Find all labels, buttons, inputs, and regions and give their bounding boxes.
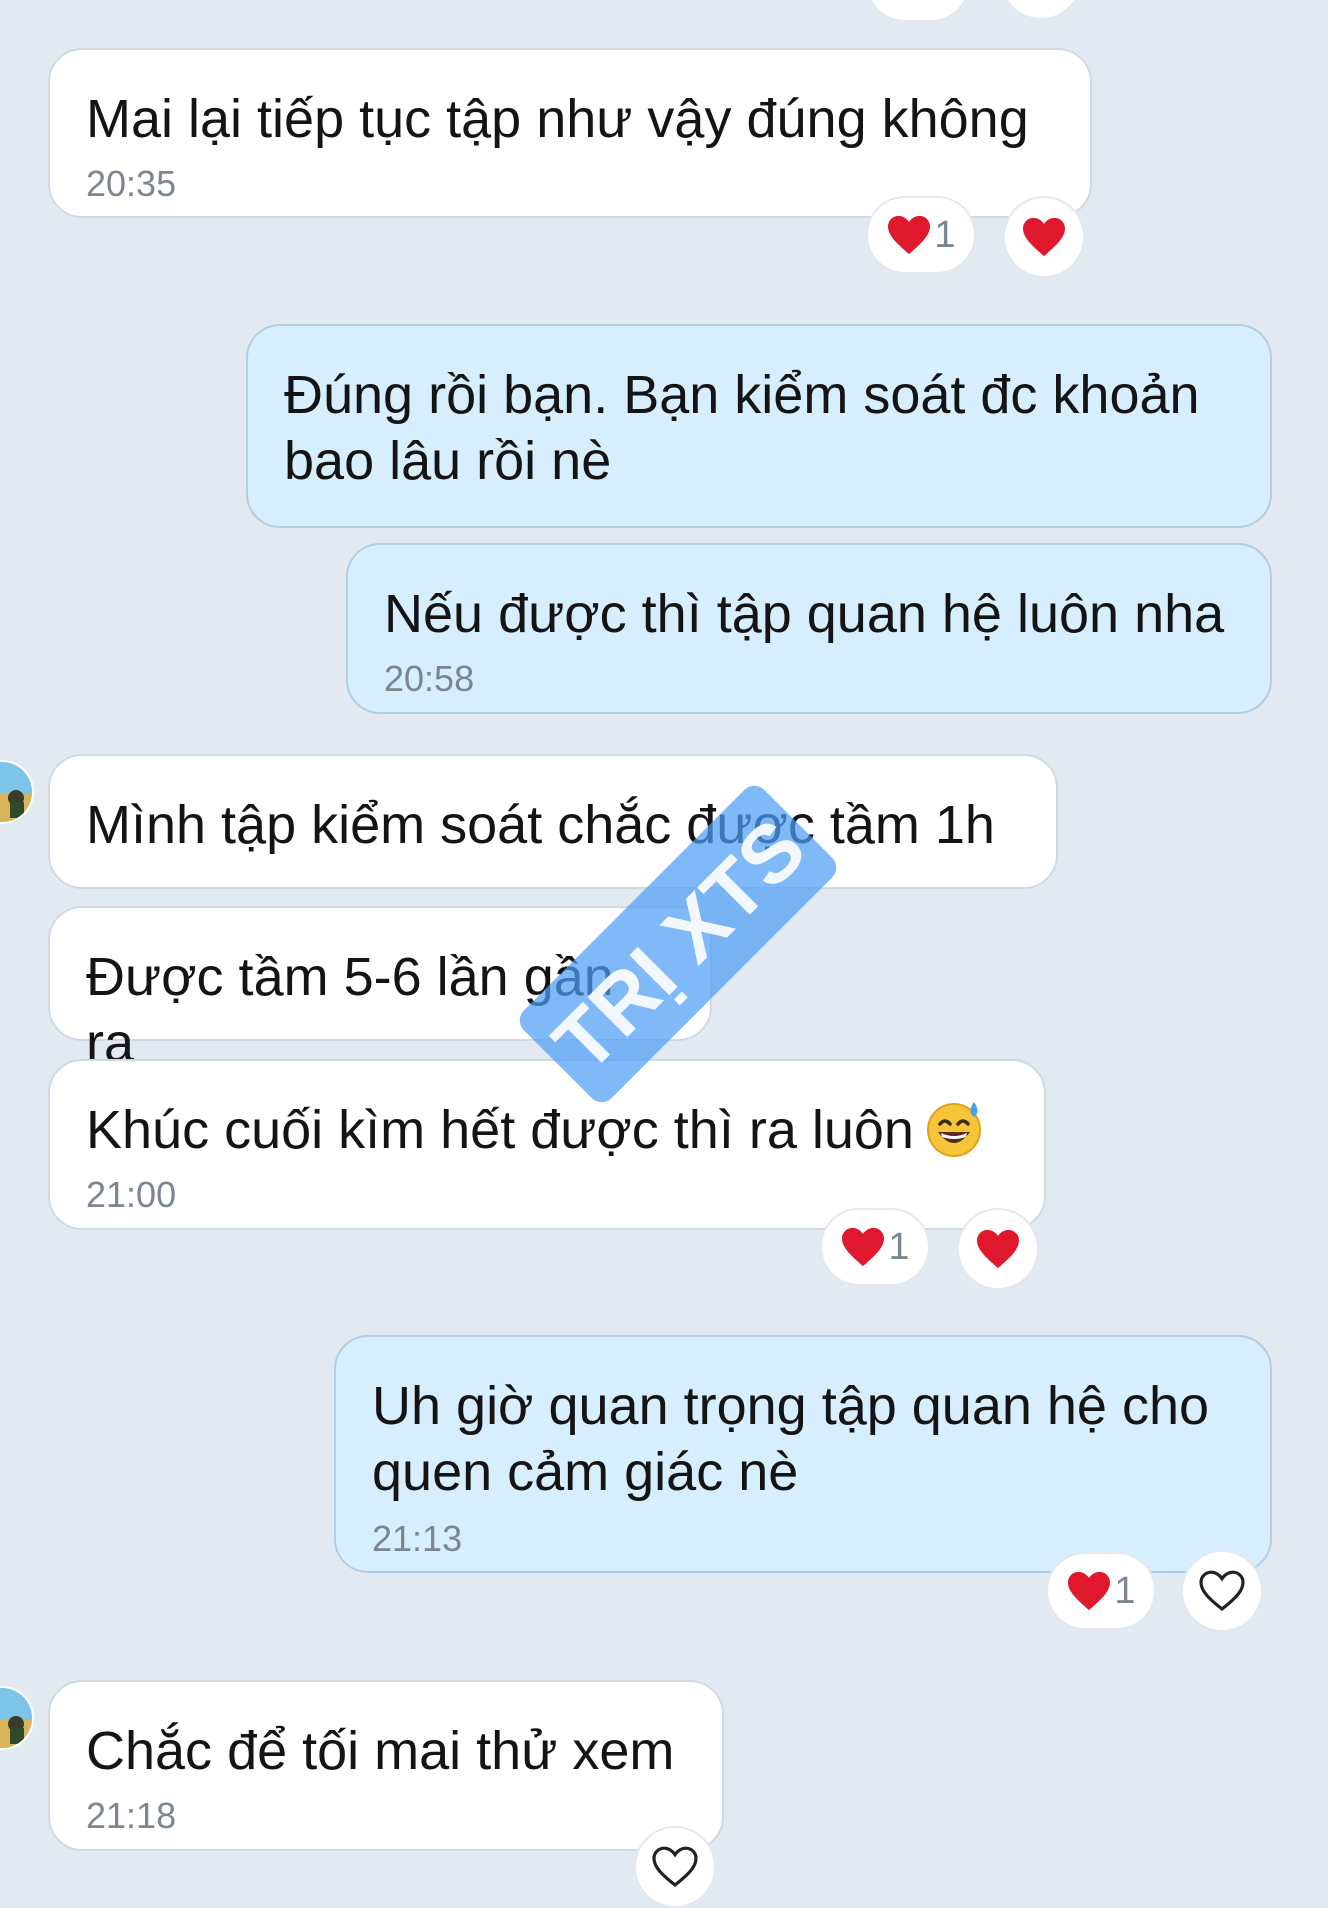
message-bubble-incoming[interactable]: Mình tập kiểm soát chắc được tầm 1h [48,754,1058,889]
react-heart-button[interactable] [634,1826,716,1908]
heart-icon [977,1229,1019,1269]
reaction-count: 1 [934,213,956,256]
heart-outline-icon [1199,1570,1245,1612]
heart-icon [842,1227,885,1267]
message-text: Khúc cuối kìm hết được thì ra luôn [86,1097,1008,1163]
reaction-count: 1 [888,1225,910,1268]
message-bubble-incoming[interactable]: Khúc cuối kìm hết được thì ra luôn 21:00 [48,1059,1046,1230]
reaction-count: 1 [1114,1569,1136,1612]
heart-icon [888,215,931,255]
heart-icon [1068,1571,1111,1611]
message-text: Chắc để tối mai thử xem [86,1721,675,1781]
react-heart-button[interactable] [957,1208,1039,1290]
message-bubble-outgoing[interactable]: Đúng rồi bạn. Bạn kiểm soát đc khoản bao… [246,324,1272,528]
reaction-badge[interactable]: 1 [820,1208,930,1286]
heart-outline-icon [652,1846,698,1888]
react-heart-button-partial[interactable] [1000,0,1082,20]
react-heart-button[interactable] [1003,196,1085,278]
message-text: Mình tập kiểm soát chắc được tầm 1h [86,795,995,855]
react-heart-button[interactable] [1181,1550,1263,1632]
avatar[interactable] [0,1686,34,1750]
message-text: Đúng rồi bạn. Bạn kiểm soát đc khoản bao… [284,365,1200,491]
reaction-badge-partial[interactable] [866,0,970,22]
message-timestamp: 20:58 [384,658,475,699]
message-bubble-outgoing[interactable]: Nếu được thì tập quan hệ luôn nha 20:58 [346,543,1272,714]
message-bubble-incoming[interactable]: Mai lại tiếp tục tập như vậy đúng không … [48,48,1092,218]
message-timestamp: 21:13 [372,1518,463,1559]
message-timestamp: 21:00 [86,1174,177,1215]
reaction-badge[interactable]: 1 [1046,1552,1156,1630]
message-bubble-incoming[interactable]: Chắc để tối mai thử xem 21:18 [48,1680,724,1851]
message-text: Được tầm 5-6 lần gần ra [86,947,614,1073]
message-text: Uh giờ quan trọng tập quan hệ cho quen c… [372,1376,1210,1502]
message-text: Mai lại tiếp tục tập như vậy đúng không [86,89,1029,149]
reaction-badge[interactable]: 1 [866,196,976,274]
message-text: Nếu được thì tập quan hệ luôn nha [384,584,1225,644]
message-bubble-outgoing[interactable]: Uh giờ quan trọng tập quan hệ cho quen c… [334,1335,1272,1573]
message-bubble-incoming[interactable]: Được tầm 5-6 lần gần ra [48,906,712,1073]
message-timestamp: 20:35 [86,163,177,204]
message-timestamp: 21:18 [86,1795,177,1836]
heart-icon [1023,217,1065,257]
avatar[interactable] [0,760,34,824]
grinning-sweat-emoji-icon [926,1102,981,1157]
